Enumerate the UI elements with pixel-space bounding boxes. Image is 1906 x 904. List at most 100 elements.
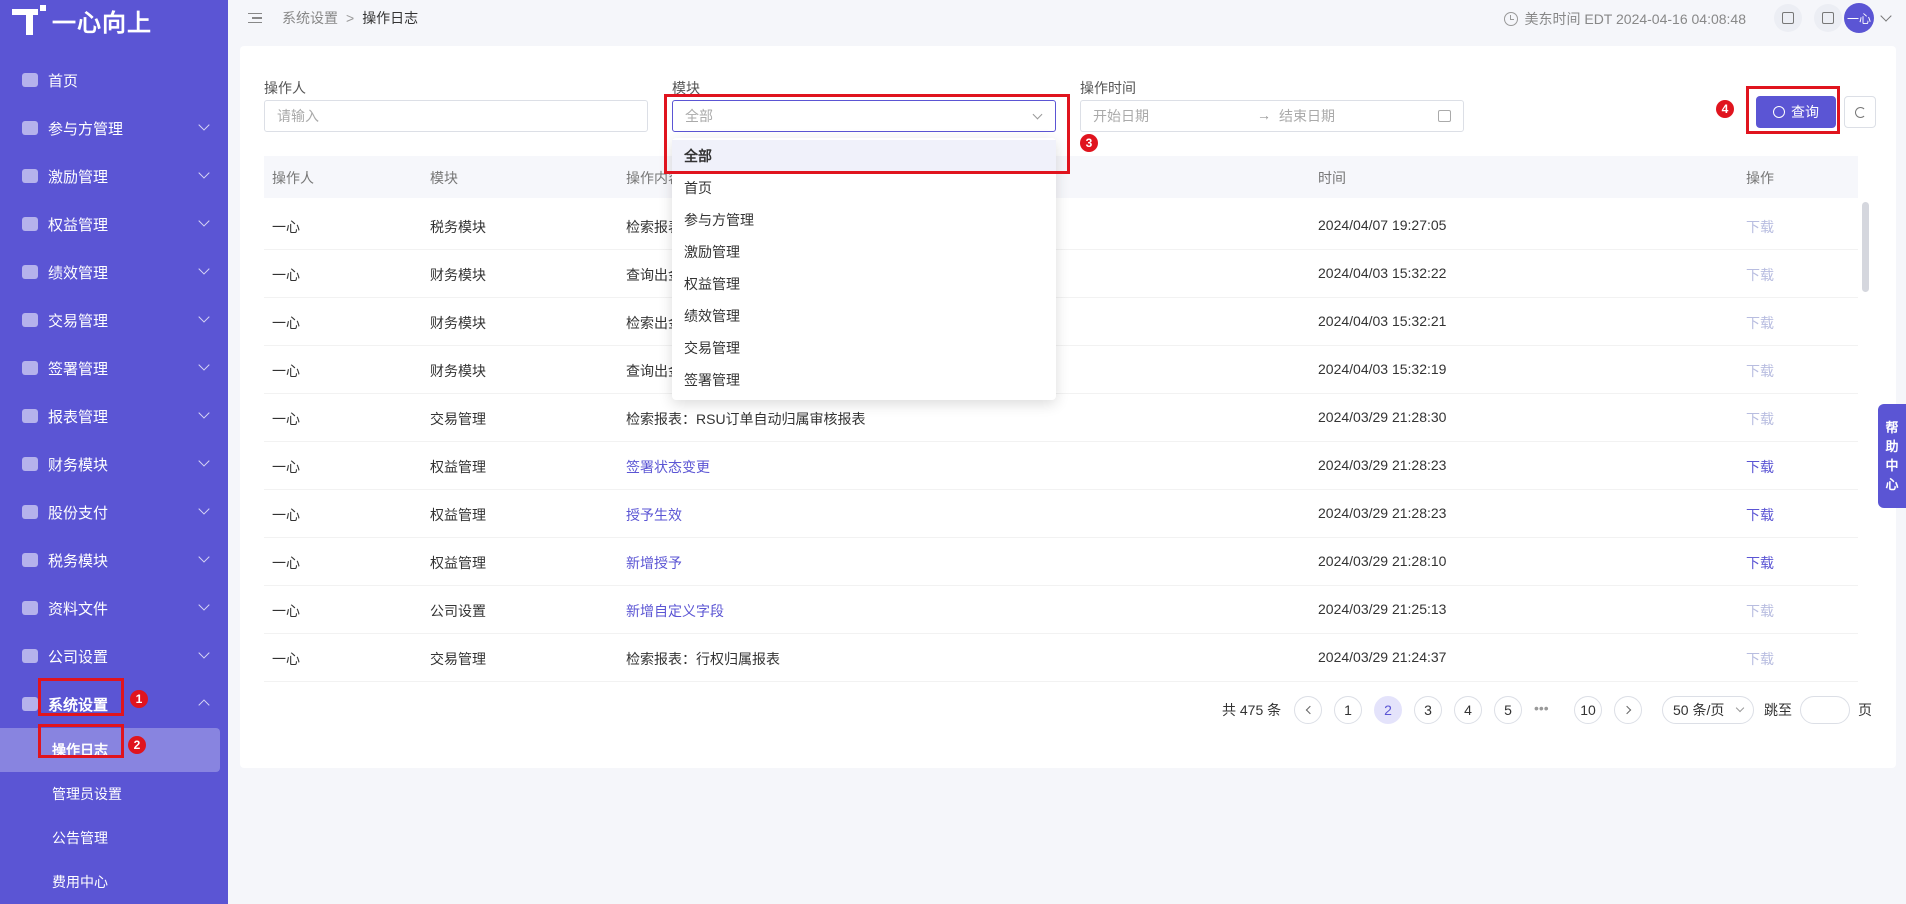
help-char: 助 [1885,439,1899,454]
menu-icon [22,121,38,135]
date-range-picker[interactable]: 开始日期 → 结束日期 [1080,100,1464,132]
download-link[interactable]: 下载 [1746,553,1774,573]
page-button-1[interactable]: 1 [1334,696,1362,724]
sidebar-subitem-2[interactable]: 公告管理 [0,816,228,860]
download-link[interactable]: 下载 [1746,217,1774,237]
app-logo[interactable]: 一心向上 [0,0,228,40]
header-operator: 操作人 [272,170,314,186]
cell-time: 2024/03/29 21:24:37 [1318,649,1447,665]
chevron-down-icon [198,551,210,563]
total-count: 共 475 条 [1222,702,1282,718]
page-size-value: 50 条/页 [1673,702,1725,718]
cell-content[interactable]: 新增授予 [626,553,682,573]
cell-content[interactable]: 签署状态变更 [626,457,710,477]
sidebar-subitem-3[interactable]: 费用中心 [0,860,228,904]
help-center-tab[interactable]: 帮助中心 [1878,404,1906,508]
page-button-5[interactable]: 5 [1494,696,1522,724]
dropdown-option[interactable]: 首页 [672,172,1056,204]
page-size-select[interactable]: 50 条/页 [1662,696,1754,724]
chevron-down-icon [198,455,210,467]
chevron-down-icon [198,407,210,419]
chevron-down-icon [198,215,210,227]
table-row: 一心 财务模块 检索出金 2024/04/03 15:32:21 下载 [264,298,1858,346]
module-select[interactable]: 全部 [672,100,1056,132]
reset-button[interactable] [1844,96,1876,128]
operator-input[interactable]: 请输入 [264,100,648,132]
table-row: 一心 公司设置 新增自定义字段 2024/03/29 21:25:13 下载 [264,586,1858,634]
page-button-10[interactable]: 10 [1574,696,1602,724]
task-button[interactable] [1774,4,1802,32]
sidebar-item-8[interactable]: 财务模块 [0,440,228,488]
sidebar-item-0[interactable]: 首页 [0,56,228,104]
cell-module: 财务模块 [430,267,486,283]
download-link[interactable]: 下载 [1746,601,1774,621]
dropdown-option[interactable]: 权益管理 [672,268,1056,300]
page-button-3[interactable]: 3 [1414,696,1442,724]
page-button-4[interactable]: 4 [1454,696,1482,724]
download-link[interactable]: 下载 [1746,361,1774,381]
dropdown-option[interactable]: 激励管理 [672,236,1056,268]
start-date-input[interactable]: 开始日期 [1093,106,1149,126]
sidebar-subitem-0[interactable]: 操作日志 [0,728,220,772]
header-module: 模块 [430,170,458,186]
cell-content[interactable]: 新增自定义字段 [626,601,724,621]
query-button[interactable]: 查询 [1756,96,1836,128]
annotation-badge-2: 2 [128,736,146,754]
download-link[interactable]: 下载 [1746,265,1774,285]
menu-icon [22,457,38,471]
avatar[interactable]: 一心 [1844,3,1874,33]
collapse-menu-icon[interactable] [248,13,262,23]
download-link[interactable]: 下载 [1746,649,1774,669]
table-row: 一心 税务模块 检索报表 2024/04/07 19:27:05 下载 [264,202,1858,250]
cell-content[interactable]: 授予生效 [626,505,682,525]
sidebar-item-label: 首页 [48,72,79,90]
shirt-icon [1822,12,1834,24]
sidebar-item-6[interactable]: 签署管理 [0,344,228,392]
table-row: 一心 财务模块 查询出金 2024/04/03 15:32:22 下载 [264,250,1858,298]
prev-page-button[interactable] [1294,696,1322,724]
cell-operator: 一心 [272,267,300,283]
sidebar-item-label: 资料文件 [48,600,109,618]
page-suffix: 页 [1858,702,1872,718]
cell-module: 权益管理 [430,555,486,571]
refresh-icon [1854,106,1866,118]
chevron-down-icon[interactable] [1880,10,1892,22]
breadcrumb-parent[interactable]: 系统设置 [282,8,338,28]
page-button-2[interactable]: 2 [1374,696,1402,724]
module-label: 模块 [672,80,700,96]
theme-button[interactable] [1814,4,1842,32]
sidebar-item-5[interactable]: 交易管理 [0,296,228,344]
table-scrollbar[interactable] [1862,202,1869,292]
download-link[interactable]: 下载 [1746,505,1774,525]
sidebar-item-9[interactable]: 股份支付 [0,488,228,536]
sidebar-item-11[interactable]: 资料文件 [0,584,228,632]
sidebar-item-10[interactable]: 税务模块 [0,536,228,584]
table-row: 一心 权益管理 新增授予 2024/03/29 21:28:10 下载 [264,538,1858,586]
cell-operator: 一心 [272,219,300,235]
sidebar-item-label: 股份支付 [48,504,109,522]
jump-page-input[interactable] [1800,696,1850,724]
chevron-down-icon [1032,109,1043,120]
time-label: 操作时间 [1080,80,1136,96]
table-row: 一心 财务模块 查询出金 2024/04/03 15:32:19 下载 [264,346,1858,394]
sidebar-item-1[interactable]: 参与方管理 [0,104,228,152]
sidebar-item-4[interactable]: 绩效管理 [0,248,228,296]
breadcrumb-current: 操作日志 [362,10,419,26]
sidebar-item-13[interactable]: 系统设置 [0,680,228,728]
sidebar-item-12[interactable]: 公司设置 [0,632,228,680]
sidebar-item-7[interactable]: 报表管理 [0,392,228,440]
next-page-button[interactable] [1614,696,1642,724]
dropdown-option[interactable]: 绩效管理 [672,300,1056,332]
download-link[interactable]: 下载 [1746,409,1774,429]
dropdown-option[interactable]: 签署管理 [672,364,1056,396]
sidebar-item-3[interactable]: 权益管理 [0,200,228,248]
sidebar-item-2[interactable]: 激励管理 [0,152,228,200]
download-link[interactable]: 下载 [1746,457,1774,477]
chevron-down-icon [198,503,210,515]
dropdown-option[interactable]: 参与方管理 [672,204,1056,236]
download-link[interactable]: 下载 [1746,313,1774,333]
dropdown-option[interactable]: 全部 [672,140,1056,172]
sidebar-subitem-1[interactable]: 管理员设置 [0,772,228,816]
end-date-input[interactable]: 结束日期 [1279,106,1335,126]
dropdown-option[interactable]: 交易管理 [672,332,1056,364]
